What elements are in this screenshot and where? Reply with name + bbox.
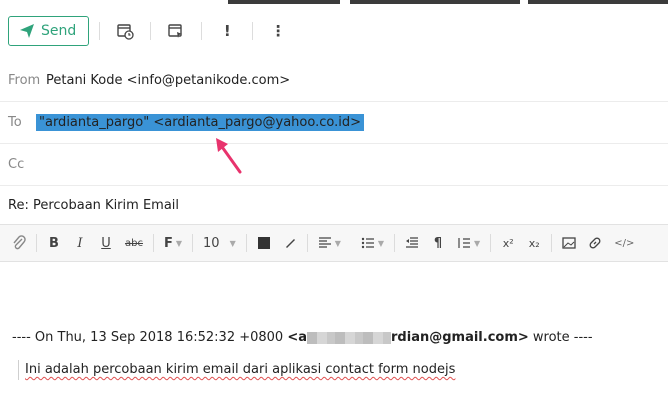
toolbar-divider <box>245 234 247 252</box>
strikethrough-button[interactable]: abc <box>125 232 143 254</box>
toolbar-divider <box>551 234 553 252</box>
outdent-icon[interactable] <box>405 232 419 254</box>
priority-icon[interactable]: ! <box>216 20 238 42</box>
toolbar-divider <box>490 234 492 252</box>
image-icon[interactable] <box>562 232 576 254</box>
list-icon[interactable]: ▼ <box>361 232 384 254</box>
cc-label: Cc <box>8 157 25 172</box>
send-button[interactable]: Send <box>8 16 90 46</box>
toolbar-divider <box>252 22 254 40</box>
to-row[interactable]: To "ardianta_pargo" <ardianta_pargo@yaho… <box>0 102 668 144</box>
subject-field[interactable]: Re: Percobaan Kirim Email <box>8 198 179 213</box>
bold-button[interactable]: B <box>47 232 61 254</box>
link-icon[interactable] <box>588 232 602 254</box>
quote-sender-end: rdian@gmail.com> <box>391 330 529 345</box>
chevron-down-icon: ▼ <box>175 238 183 248</box>
highlight-brush-icon[interactable] <box>283 232 297 254</box>
send-label: Send <box>41 23 77 39</box>
format-toolbar: B I U abc F ▼ 10 ▼ ▼ ▼ ¶ ▼ x² x₂ </> <box>0 224 668 262</box>
template-icon[interactable] <box>165 20 187 42</box>
quoted-message[interactable]: Ini adalah percobaan kirim email dari ap… <box>18 360 455 380</box>
quoted-message-text: Ini adalah percobaan kirim email dari ap… <box>25 362 456 377</box>
underline-button[interactable]: U <box>99 232 113 254</box>
chevron-down-icon: ▼ <box>334 238 341 248</box>
from-value[interactable]: Petani Kode <info@petanikode.com> <box>46 73 290 88</box>
cc-row[interactable]: Cc <box>0 144 668 186</box>
toolbar-divider <box>306 234 308 252</box>
toolbar-divider <box>36 234 37 252</box>
chevron-down-icon: ▼ <box>474 238 481 248</box>
line-height-icon[interactable]: ▼ <box>457 232 480 254</box>
quote-prefix: ---- On Thu, 13 Sep 2018 16:52:32 +0800 <box>12 330 288 345</box>
code-view-button[interactable]: </> <box>614 232 634 254</box>
text-color-icon[interactable] <box>257 232 271 254</box>
compose-toolbar: Send ! ⋮ <box>0 4 668 58</box>
font-size-value: 10 <box>203 235 220 251</box>
chevron-down-icon: ▼ <box>377 238 385 248</box>
font-family-label: F <box>163 235 173 251</box>
font-family-button[interactable]: F ▼ <box>164 232 182 254</box>
annotation-arrow-icon <box>216 138 242 174</box>
send-icon <box>20 24 34 38</box>
align-icon[interactable]: ▼ <box>318 232 341 254</box>
quote-suffix: wrote ---- <box>528 330 593 345</box>
superscript-button[interactable]: x² <box>501 232 515 254</box>
attach-icon[interactable] <box>12 232 26 254</box>
toolbar-divider <box>152 234 154 252</box>
from-label: From <box>8 73 41 88</box>
redacted-area <box>307 331 392 344</box>
more-icon[interactable]: ⋮ <box>267 20 289 42</box>
toolbar-divider <box>150 22 152 40</box>
to-recipient-chip[interactable]: "ardianta_pargo" <ardianta_pargo@yahoo.c… <box>36 114 364 131</box>
chevron-down-icon: ▼ <box>229 238 236 248</box>
paragraph-icon[interactable]: ¶ <box>431 232 445 254</box>
quote-sender-start: <a <box>287 330 308 345</box>
toolbar-divider <box>192 234 194 252</box>
toolbar-divider <box>201 22 203 40</box>
to-label: To <box>8 115 22 130</box>
subscript-button[interactable]: x₂ <box>527 232 541 254</box>
quote-header: ---- On Thu, 13 Sep 2018 16:52:32 +0800 … <box>12 330 593 345</box>
from-row: From Petani Kode <info@petanikode.com> <box>0 60 668 102</box>
schedule-icon[interactable] <box>114 20 136 42</box>
italic-button[interactable]: I <box>73 232 87 254</box>
toolbar-divider <box>394 234 396 252</box>
font-size-select[interactable]: 10 ▼ <box>203 232 236 254</box>
toolbar-divider <box>99 22 101 40</box>
